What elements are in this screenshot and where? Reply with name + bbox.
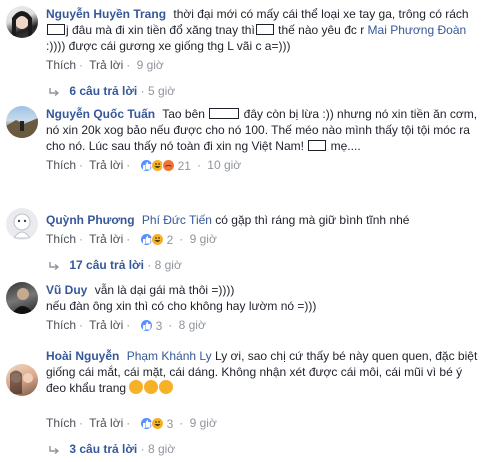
view-replies-link[interactable]: 17 câu trả lời · 8 giờ (48, 258, 182, 272)
censored-box (47, 24, 65, 35)
reply-link[interactable]: Trả lời (89, 318, 123, 332)
reply-arrow-icon (49, 445, 60, 454)
reaction-summary[interactable]: 21 (139, 159, 191, 173)
reply-arrow-icon (49, 87, 60, 96)
comment-text: Hoài Nguyễn Phạm Khánh Ly Ly ơi, sao chị… (46, 349, 478, 395)
avatar[interactable] (6, 106, 38, 138)
reply-arrow-icon (49, 261, 60, 270)
comment-text: Quỳnh Phương Phí Đức Tiến có gặp thì rán… (46, 213, 410, 227)
avatar-photo (6, 118, 38, 138)
view-replies-link[interactable]: 3 câu trả lời · 8 giờ (48, 442, 175, 456)
timestamp[interactable]: 10 giờ (207, 158, 241, 172)
censored-box (308, 140, 327, 151)
comment-text: Nguyễn Quốc Tuấn Tao bên đây còn bị lừa … (46, 107, 478, 153)
timestamp[interactable]: 9 giờ (190, 416, 217, 430)
avatar[interactable] (6, 364, 38, 396)
avatar-photo (12, 288, 34, 314)
thinking-emoji-icon (159, 380, 174, 394)
reply-link[interactable]: Trả lời (89, 58, 123, 72)
mention-link[interactable]: Mai Phương Đoàn (368, 23, 467, 37)
haha-reaction-icon (150, 233, 164, 247)
like-link[interactable]: Thích (46, 158, 76, 172)
comment-author[interactable]: Hoài Nguyễn (46, 349, 119, 363)
comment-actions: Thích · Trả lời · 2 · 9 giờ (46, 232, 217, 247)
mention-link[interactable]: Phạm Khánh Ly (127, 349, 212, 363)
like-link[interactable]: Thích (46, 232, 76, 246)
thinking-emoji-icon (144, 380, 159, 394)
like-link[interactable]: Thích (46, 318, 76, 332)
haha-reaction-icon (150, 417, 164, 431)
comment-actions: Thích · Trả lời · 3 · 9 giờ (46, 416, 217, 431)
comment-actions: Thích · Trả lời · 3 · 8 giờ (46, 318, 206, 333)
comment-actions: Thích · Trả lời · 21 · 10 giờ (46, 158, 242, 173)
comment-actions: Thích · Trả lời · 9 giờ (46, 58, 164, 72)
like-link[interactable]: Thích (46, 58, 76, 72)
comment-author[interactable]: Nguyễn Huyền Trang (46, 7, 166, 21)
avatar[interactable] (6, 208, 38, 240)
comment-text: Nguyễn Huyền Trang thời đại mới có mấy c… (46, 7, 469, 53)
mention-link[interactable]: Phí Đức Tiến (142, 213, 212, 227)
reaction-summary[interactable]: 2 (139, 233, 173, 247)
timestamp[interactable]: 9 giờ (190, 232, 217, 246)
timestamp[interactable]: 8 giờ (179, 318, 206, 332)
thinking-emoji-icon (129, 380, 144, 394)
timestamp[interactable]: 9 giờ (137, 58, 164, 72)
comment-text: Vũ Duy vẫn là dại gái mà thôi =)))) nếu … (46, 283, 317, 313)
censored-box (209, 108, 240, 119)
reply-link[interactable]: Trả lời (89, 416, 123, 430)
avatar[interactable] (6, 282, 38, 314)
view-replies-link[interactable]: 6 câu trả lời · 5 giờ (48, 84, 175, 98)
avatar-photo (12, 11, 32, 36)
avatar-photo (13, 213, 31, 239)
like-link[interactable]: Thích (46, 416, 76, 430)
reaction-summary[interactable]: 3 (139, 319, 162, 333)
censored-box (255, 24, 274, 35)
comment-author[interactable]: Vũ Duy (46, 283, 87, 297)
reply-link[interactable]: Trả lời (89, 158, 123, 172)
avatar[interactable] (6, 6, 38, 38)
comment-author[interactable]: Nguyễn Quốc Tuấn (46, 107, 155, 121)
comment-author[interactable]: Quỳnh Phương (46, 213, 135, 227)
angry-reaction-icon (161, 159, 175, 173)
reply-link[interactable]: Trả lời (89, 232, 123, 246)
avatar-photo (10, 370, 33, 394)
reaction-summary[interactable]: 3 (139, 417, 173, 431)
like-reaction-icon (139, 319, 153, 333)
